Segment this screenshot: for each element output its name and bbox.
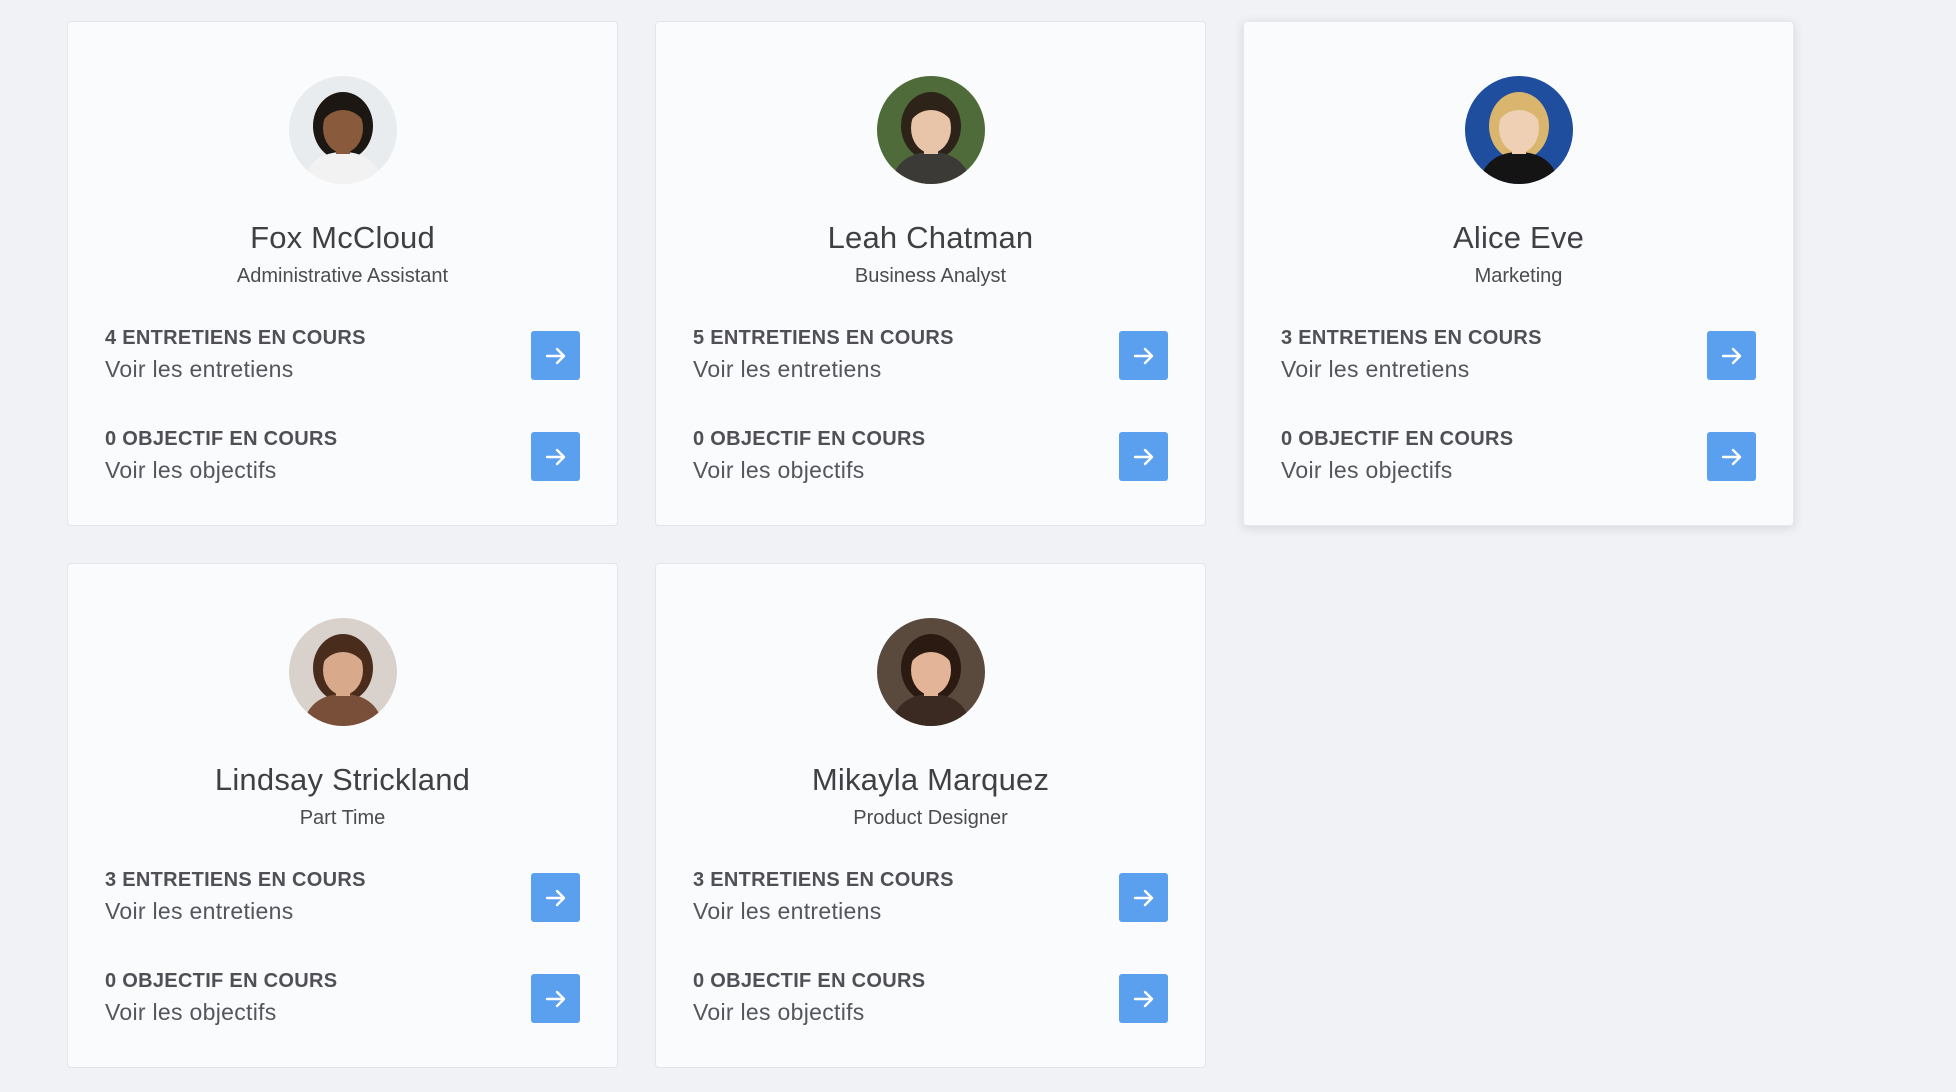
arrow-right-icon (545, 347, 565, 364)
view-objectives-button[interactable] (531, 432, 580, 481)
avatar (289, 76, 397, 184)
view-objectives-button[interactable] (531, 974, 580, 1023)
avatar-portrait (1465, 76, 1573, 184)
interviews-row: 3 ENTRETIENS EN COURS Voir les entretien… (1281, 324, 1756, 386)
person-role: Part Time (299, 807, 386, 829)
view-objectives-button[interactable] (1119, 974, 1168, 1023)
objectives-link[interactable]: Voir les objectifs (105, 455, 277, 485)
objectives-count: 0 OBJECTIF EN COURS (105, 428, 338, 450)
avatar-portrait (877, 618, 985, 726)
objectives-link[interactable]: Voir les objectifs (693, 997, 865, 1027)
arrow-right-icon (545, 990, 565, 1007)
interviews-count: 5 ENTRETIENS EN COURS (693, 327, 954, 349)
objectives-count: 0 OBJECTIF EN COURS (1281, 428, 1514, 450)
arrow-right-icon (1721, 347, 1741, 364)
interviews-count: 4 ENTRETIENS EN COURS (105, 327, 366, 349)
objectives-row: 0 OBJECTIF EN COURS Voir les objectifs (693, 425, 1168, 487)
avatar-portrait (289, 618, 397, 726)
view-interviews-button[interactable] (1119, 331, 1168, 380)
view-interviews-button[interactable] (531, 331, 580, 380)
objectives-row: 0 OBJECTIF EN COURS Voir les objectifs (105, 967, 580, 1029)
objectives-row: 0 OBJECTIF EN COURS Voir les objectifs (693, 967, 1168, 1029)
person-name: Leah Chatman (827, 220, 1034, 255)
person-name: Fox McCloud (250, 220, 435, 255)
objectives-row: 0 OBJECTIF EN COURS Voir les objectifs (105, 425, 580, 487)
person-card: Fox McCloud Administrative Assistant 4 E… (67, 21, 618, 526)
objectives-count: 0 OBJECTIF EN COURS (105, 970, 338, 992)
avatar-portrait (289, 76, 397, 184)
arrow-right-icon (545, 889, 565, 906)
view-interviews-button[interactable] (1707, 331, 1756, 380)
arrow-right-icon (1133, 448, 1153, 465)
avatar (877, 618, 985, 726)
avatar (1465, 76, 1573, 184)
team-grid: Fox McCloud Administrative Assistant 4 E… (67, 21, 1795, 1068)
objectives-count: 0 OBJECTIF EN COURS (693, 970, 926, 992)
view-interviews-button[interactable] (1119, 873, 1168, 922)
arrow-right-icon (1133, 889, 1153, 906)
objectives-link[interactable]: Voir les objectifs (1281, 455, 1453, 485)
interviews-link[interactable]: Voir les entretiens (105, 896, 294, 926)
interviews-link[interactable]: Voir les entretiens (693, 354, 882, 384)
interviews-count: 3 ENTRETIENS EN COURS (1281, 327, 1542, 349)
objectives-link[interactable]: Voir les objectifs (693, 455, 865, 485)
view-interviews-button[interactable] (531, 873, 580, 922)
interviews-link[interactable]: Voir les entretiens (105, 354, 294, 384)
avatar-portrait (877, 76, 985, 184)
person-card: Lindsay Strickland Part Time 3 ENTRETIEN… (67, 563, 618, 1068)
person-role: Marketing (1474, 265, 1563, 287)
arrow-right-icon (1721, 448, 1741, 465)
arrow-right-icon (545, 448, 565, 465)
person-card: Alice Eve Marketing 3 ENTRETIENS EN COUR… (1243, 21, 1794, 526)
person-name: Lindsay Strickland (214, 762, 471, 797)
person-role: Product Designer (853, 807, 1008, 829)
interviews-row: 4 ENTRETIENS EN COURS Voir les entretien… (105, 324, 580, 386)
interviews-link[interactable]: Voir les entretiens (693, 896, 882, 926)
person-card: Mikayla Marquez Product Designer 3 ENTRE… (655, 563, 1206, 1068)
view-objectives-button[interactable] (1707, 432, 1756, 481)
avatar (289, 618, 397, 726)
arrow-right-icon (1133, 990, 1153, 1007)
objectives-row: 0 OBJECTIF EN COURS Voir les objectifs (1281, 425, 1756, 487)
person-name: Mikayla Marquez (811, 762, 1050, 797)
interviews-row: 5 ENTRETIENS EN COURS Voir les entretien… (693, 324, 1168, 386)
objectives-count: 0 OBJECTIF EN COURS (693, 428, 926, 450)
interviews-count: 3 ENTRETIENS EN COURS (693, 869, 954, 891)
interviews-row: 3 ENTRETIENS EN COURS Voir les entretien… (105, 866, 580, 928)
objectives-link[interactable]: Voir les objectifs (105, 997, 277, 1027)
interviews-count: 3 ENTRETIENS EN COURS (105, 869, 366, 891)
person-role: Administrative Assistant (236, 265, 449, 287)
avatar (877, 76, 985, 184)
interviews-row: 3 ENTRETIENS EN COURS Voir les entretien… (693, 866, 1168, 928)
arrow-right-icon (1133, 347, 1153, 364)
view-objectives-button[interactable] (1119, 432, 1168, 481)
person-role: Business Analyst (854, 265, 1007, 287)
person-name: Alice Eve (1452, 220, 1585, 255)
interviews-link[interactable]: Voir les entretiens (1281, 354, 1470, 384)
person-card: Leah Chatman Business Analyst 5 ENTRETIE… (655, 21, 1206, 526)
